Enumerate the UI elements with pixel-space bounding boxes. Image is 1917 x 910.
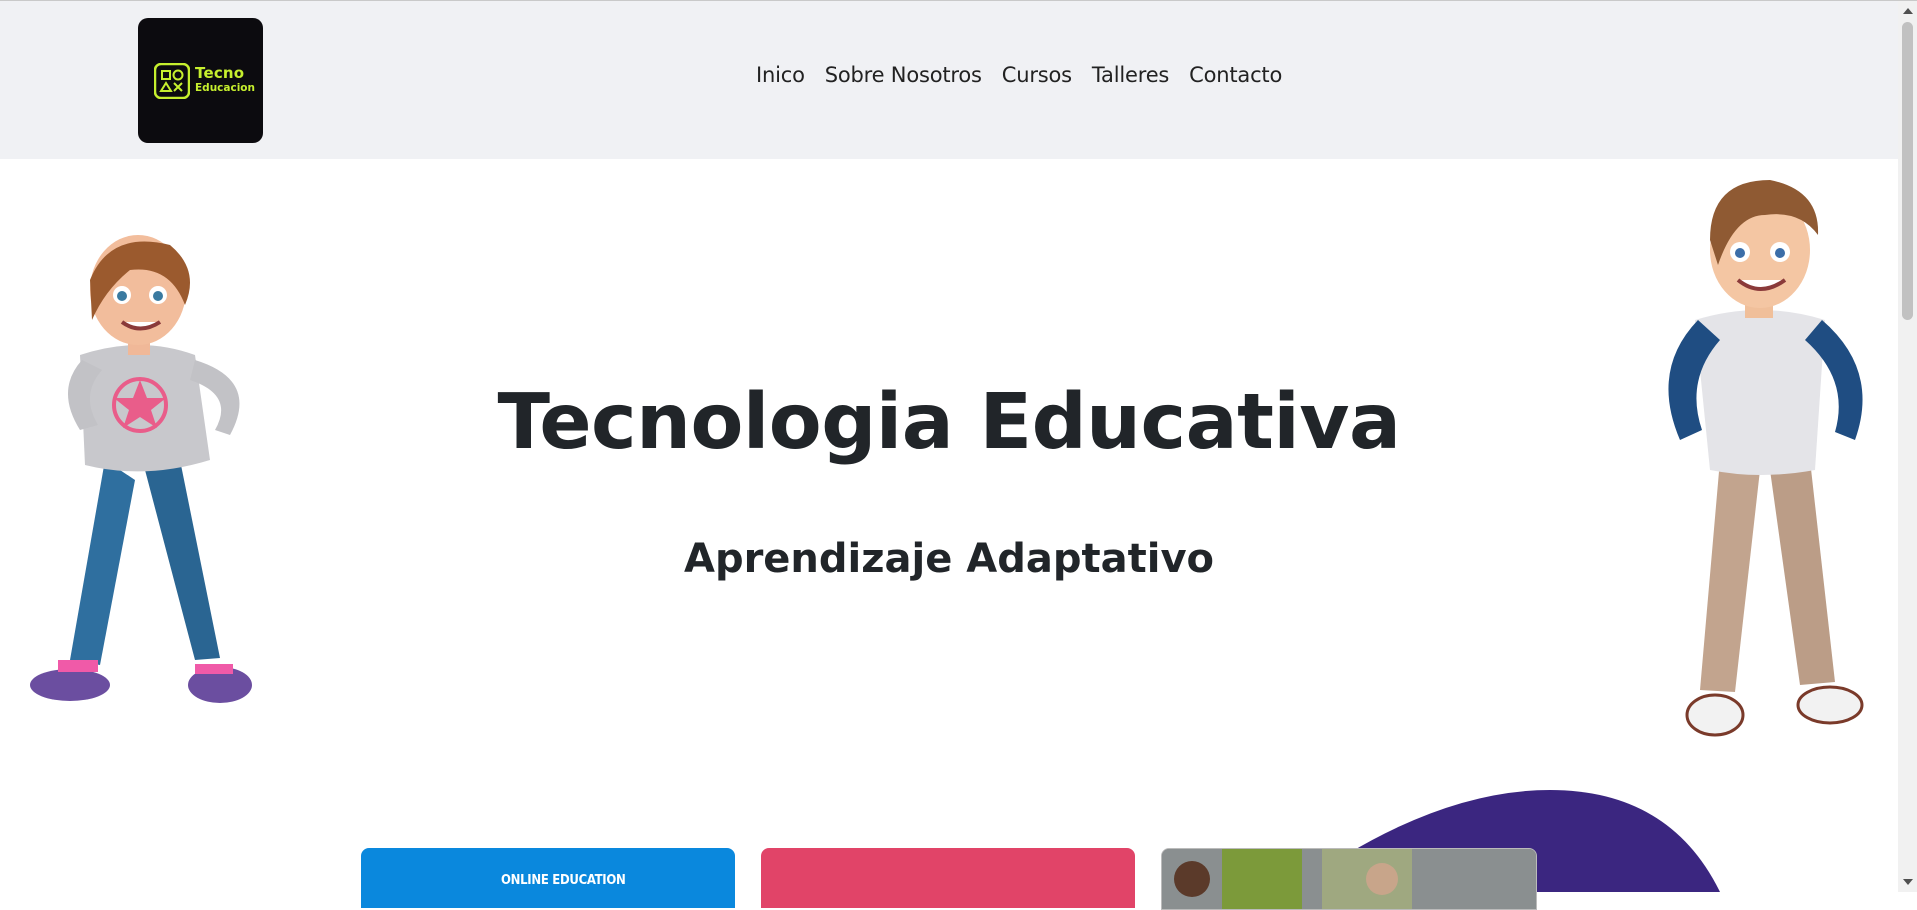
nav-link-inicio[interactable]: Inico: [756, 63, 805, 87]
logo-subtitle: Educacion: [195, 82, 255, 94]
girl-character-illustration: [30, 235, 252, 703]
gamepad-icon: [154, 63, 190, 99]
site-logo[interactable]: Tecno Educacion: [138, 18, 263, 143]
nav-link-contacto[interactable]: Contacto: [1189, 63, 1282, 87]
course-card-2[interactable]: [761, 848, 1135, 908]
nav-link-sobre-nosotros[interactable]: Sobre Nosotros: [825, 63, 982, 87]
course-card-online-education[interactable]: ONLINE EDUCATION: [361, 848, 735, 908]
hero-subtitle: Aprendizaje Adaptativo: [683, 536, 1215, 583]
navbar: Tecno Educacion Inico Sobre Nosotros Cur…: [0, 1, 1898, 159]
scroll-up-arrow-icon[interactable]: [1903, 8, 1913, 14]
scrollbar-thumb[interactable]: [1902, 22, 1913, 320]
nav-link-talleres[interactable]: Talleres: [1092, 63, 1169, 87]
scroll-down-arrow-icon[interactable]: [1903, 879, 1913, 885]
main-nav: Inico Sobre Nosotros Cursos Talleres Con…: [756, 63, 1302, 87]
people-photo-image: [1162, 849, 1536, 909]
card-label: ONLINE EDUCATION: [501, 873, 626, 888]
hero-title: Tecnologia Educativa: [497, 377, 1401, 467]
nav-link-cursos[interactable]: Cursos: [1002, 63, 1072, 87]
logo-title: Tecno: [195, 64, 245, 82]
course-card-3[interactable]: [1161, 848, 1537, 910]
